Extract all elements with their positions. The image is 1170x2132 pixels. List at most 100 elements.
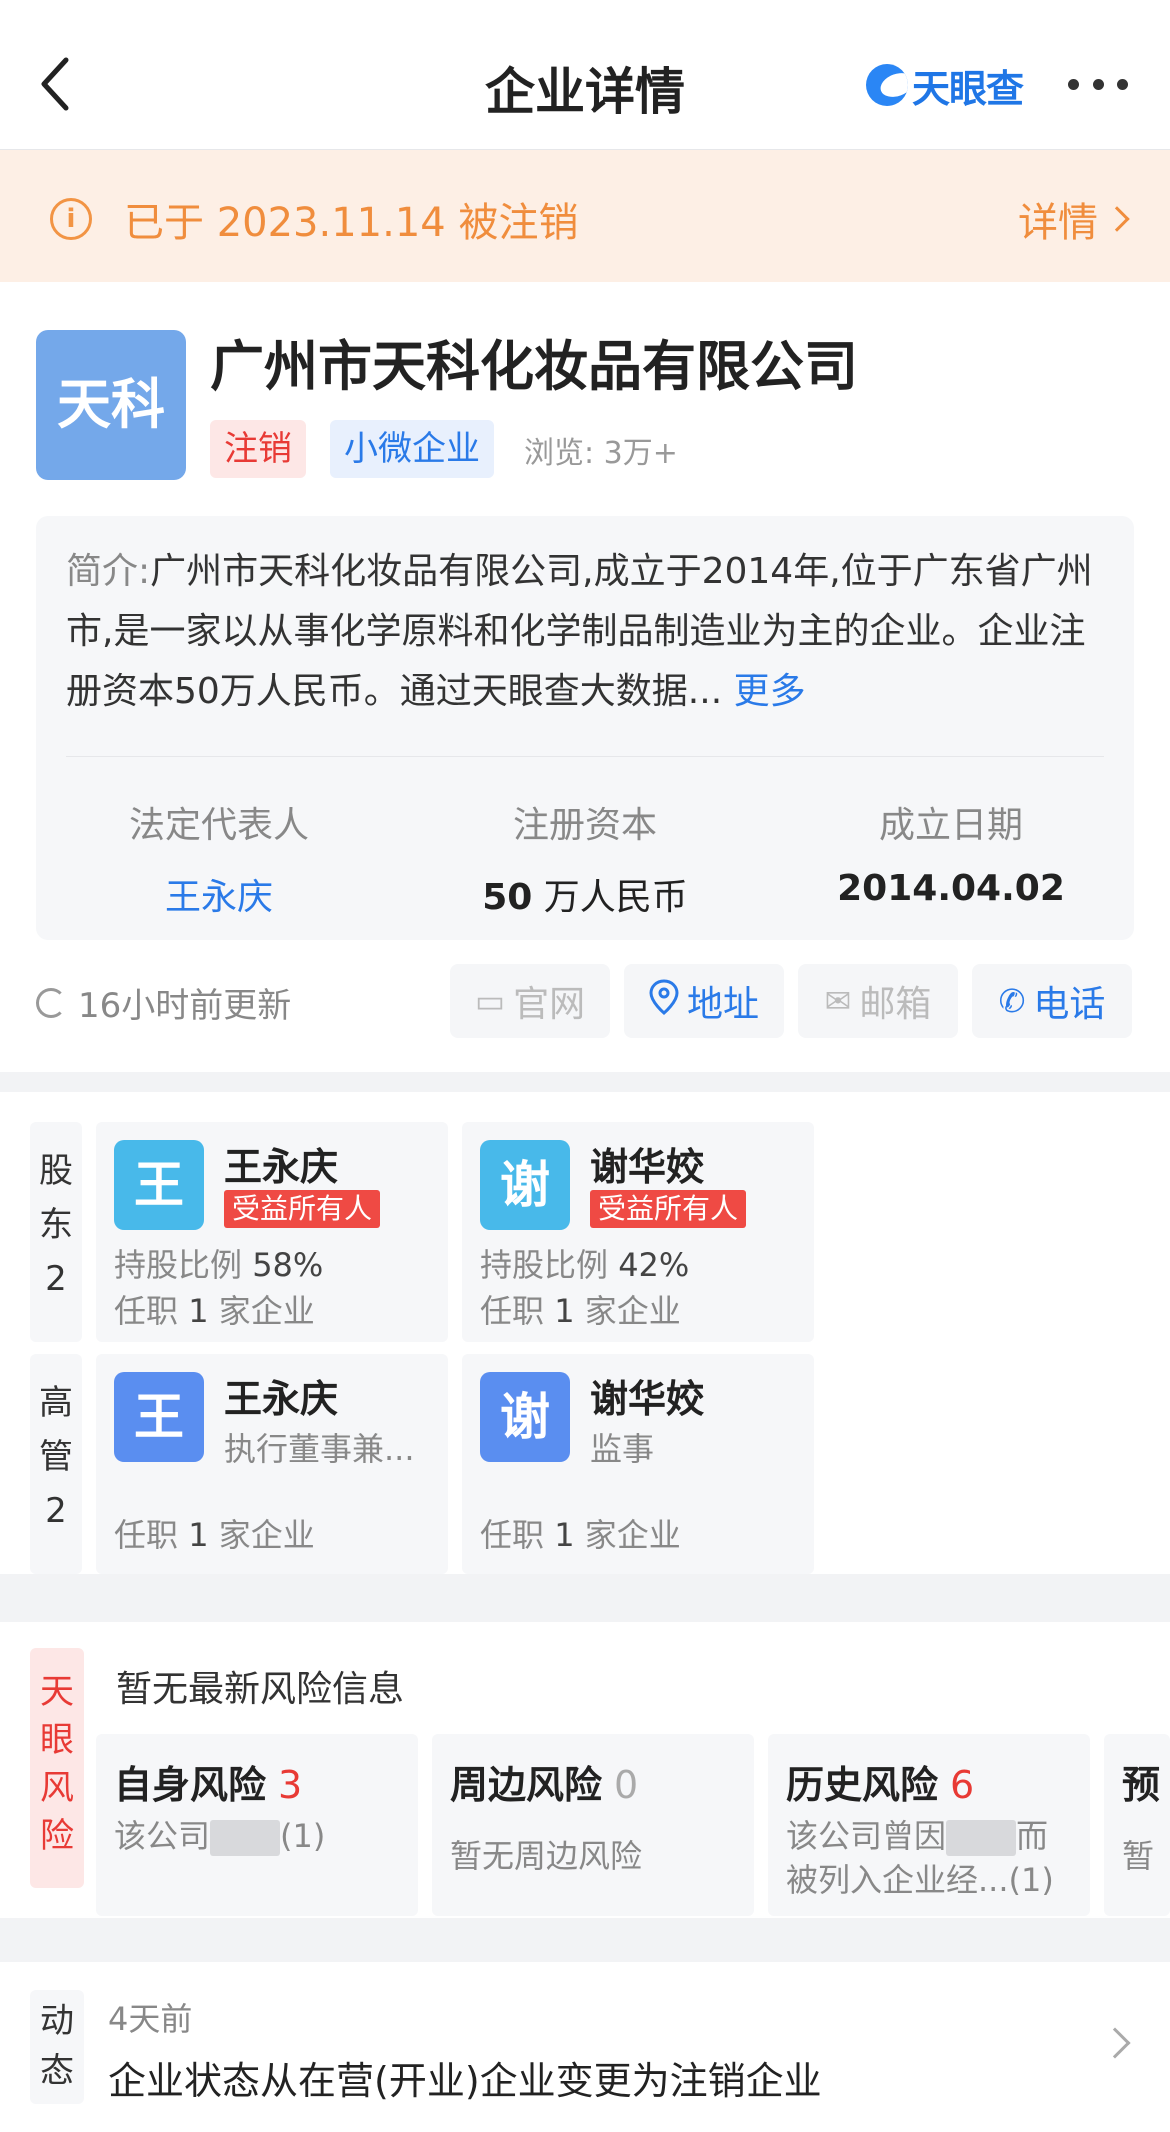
update-info[interactable]: 16小时前更新 [36, 978, 291, 1027]
share-ratio-label: 持股比例 [480, 1246, 609, 1284]
share-ratio-value: 58% [252, 1246, 324, 1284]
divider [66, 756, 1104, 757]
risk-card-desc: 该公司曾因 而被列入企业经...(1) [786, 1814, 1076, 1902]
shareholders-count: 2 [45, 1259, 67, 1299]
risk-label[interactable]: 天 眼 风 险 [30, 1648, 84, 1888]
peripheral-risk-card[interactable]: 周边风险 0 暂无周边风险 [432, 1734, 754, 1916]
self-risk-card[interactable]: 自身风险 3 该公司 (1) [96, 1734, 418, 1916]
scale-tag[interactable]: 小微企业 [330, 420, 494, 478]
address-label: 地址 [686, 984, 759, 1025]
risk-label-char: 天 [40, 1672, 74, 1712]
intro-box: 简介:广州市天科化妆品有限公司,成立于2014年,位于广东省广州市,是一家以从事… [36, 516, 1134, 940]
job-count: 任职 1 家企业 [114, 1510, 315, 1556]
founded-label: 成立日期 [878, 805, 1023, 846]
banner-detail-label: 详情 [1018, 200, 1098, 246]
more-button[interactable] [1068, 74, 1128, 94]
executive-role: 监事 [590, 1430, 655, 1468]
view-count-value: 3万+ [603, 436, 678, 471]
share-ratio-label: 持股比例 [114, 1246, 243, 1284]
company-intro[interactable]: 简介:广州市天科化妆品有限公司,成立于2014年,位于广东省广州市,是一家以从事… [66, 542, 1106, 722]
share-ratio: 持股比例 42% [480, 1240, 689, 1286]
risk-card-title: 周边风险 0 [450, 1754, 638, 1809]
news-label-char: 动 [40, 2001, 74, 2041]
shareholder-avatar: 谢 [480, 1140, 570, 1230]
more-dot-icon [1092, 78, 1104, 90]
risk-card-desc: 该公司 (1) [114, 1814, 404, 1858]
risk-count: 3 [278, 1763, 303, 1807]
risk-desc-pre: 该公司曾因 [786, 1817, 947, 1855]
shareholder-card[interactable]: 王 王永庆 受益所有人 持股比例 58% 任职 1 家企业 [96, 1122, 448, 1342]
refresh-icon [36, 987, 66, 1018]
warning-risk-card[interactable]: 预 暂 [1104, 1734, 1170, 1916]
executives-label[interactable]: 高 管 2 [30, 1354, 82, 1574]
executive-name: 王永庆 [224, 1377, 339, 1421]
shareholders-label[interactable]: 股 东 2 [30, 1122, 82, 1342]
risk-card-desc: 暂无周边风险 [450, 1837, 643, 1875]
risk-label-char: 眼 [40, 1720, 74, 1760]
risk-count: 6 [950, 1763, 975, 1807]
job-count-value: 1 [554, 1516, 575, 1554]
executive-avatar: 王 [114, 1372, 204, 1462]
monitor-icon: ▭ [474, 982, 506, 1020]
beneficial-owner-badge: 受益所有人 [590, 1190, 747, 1228]
executives-label-char: 管 [39, 1437, 73, 1477]
intro-more-link[interactable]: 更多 [734, 671, 806, 712]
shareholder-avatar: 王 [114, 1140, 204, 1230]
executives-count: 2 [45, 1491, 67, 1531]
capital-number: 50 [482, 877, 533, 918]
status-tag[interactable]: 注销 [210, 420, 306, 478]
company-avatar: 天科 [36, 330, 186, 480]
intro-text: 广州市天科化妆品有限公司,成立于2014年,位于广东省广州市,是一家以从事化学原… [66, 551, 1093, 712]
chevron-right-icon [1099, 2027, 1131, 2059]
location-pin-icon [649, 979, 679, 1023]
mail-icon: ✉ [824, 982, 852, 1020]
risk-count: 0 [614, 1763, 639, 1807]
beneficial-owner-badge: 受益所有人 [224, 1190, 381, 1228]
company-card: 天科 广州市天科化妆品有限公司 注销 小微企业 浏览: 3万+ 简介:广州市天科… [0, 282, 1170, 1072]
founded-date: 成立日期 2014.04.02 [768, 796, 1134, 909]
chevron-right-icon [1104, 206, 1130, 232]
job-count-value: 1 [188, 1292, 209, 1330]
legal-rep-value[interactable]: 王永庆 [36, 868, 402, 920]
website-label: 官网 [513, 984, 586, 1025]
job-suffix: 家企业 [218, 1516, 315, 1554]
capital-unit: 万人民币 [543, 877, 688, 918]
legal-rep-label: 法定代表人 [128, 805, 309, 846]
redacted-blur [210, 1820, 281, 1856]
more-dot-icon [1117, 78, 1128, 90]
share-ratio-value: 42% [618, 1246, 690, 1284]
job-prefix: 任职 [480, 1516, 545, 1554]
banner-text: 已于 2023.11.14 被注销 [124, 200, 579, 246]
view-count-label: 浏览: [524, 436, 595, 471]
status-banner: i 已于 2023.11.14 被注销 详情 [0, 150, 1170, 282]
phone-button[interactable]: ✆ 电话 [972, 964, 1132, 1038]
shareholder-card[interactable]: 谢 谢华姣 受益所有人 持股比例 42% 任职 1 家企业 [462, 1122, 814, 1342]
website-button[interactable]: ▭ 官网 [450, 964, 610, 1038]
job-suffix: 家企业 [584, 1516, 681, 1554]
job-count-value: 1 [188, 1516, 209, 1554]
risk-card-title: 自身风险 3 [114, 1754, 302, 1809]
brand-logo: 天眼查 [866, 60, 1024, 111]
registered-capital: 注册资本 50 万人民币 [402, 796, 768, 920]
executive-card[interactable]: 王 王永庆 执行董事兼... 任职 1 家企业 [96, 1354, 448, 1574]
view-count: 浏览: 3万+ [524, 428, 678, 472]
news-label-char: 态 [40, 2051, 74, 2091]
executive-name: 谢华姣 [590, 1377, 705, 1421]
job-prefix: 任职 [114, 1516, 179, 1554]
capital-value: 50 万人民币 [402, 868, 768, 920]
more-dot-icon [1068, 78, 1079, 90]
shareholders-label-char: 股 [39, 1151, 73, 1191]
risk-desc-post: (1) [280, 1817, 326, 1855]
email-button[interactable]: ✉ 邮箱 [798, 964, 958, 1038]
risk-section: 天 眼 风 险 暂无最新风险信息 自身风险 3 该公司 (1) 周边风险 0 暂无周边… [0, 1622, 1170, 1918]
risk-card-desc: 暂 [1122, 1837, 1155, 1875]
banner-detail-link[interactable]: 详情 [1018, 190, 1134, 248]
history-risk-card[interactable]: 历史风险 6 该公司曾因 而被列入企业经...(1) [768, 1734, 1090, 1916]
executive-card[interactable]: 谢 谢华姣 监事 任职 1 家企业 [462, 1354, 814, 1574]
shareholders-label-char: 东 [39, 1205, 73, 1245]
news-section[interactable]: 动 态 4天前 企业状态从在营(开业)企业变更为注销企业 [0, 1962, 1170, 2132]
risk-card-title: 预 [1122, 1763, 1161, 1807]
risk-label-char: 险 [40, 1816, 74, 1856]
address-button[interactable]: 地址 [624, 964, 784, 1038]
risk-desc-pre: 该公司 [114, 1817, 211, 1855]
